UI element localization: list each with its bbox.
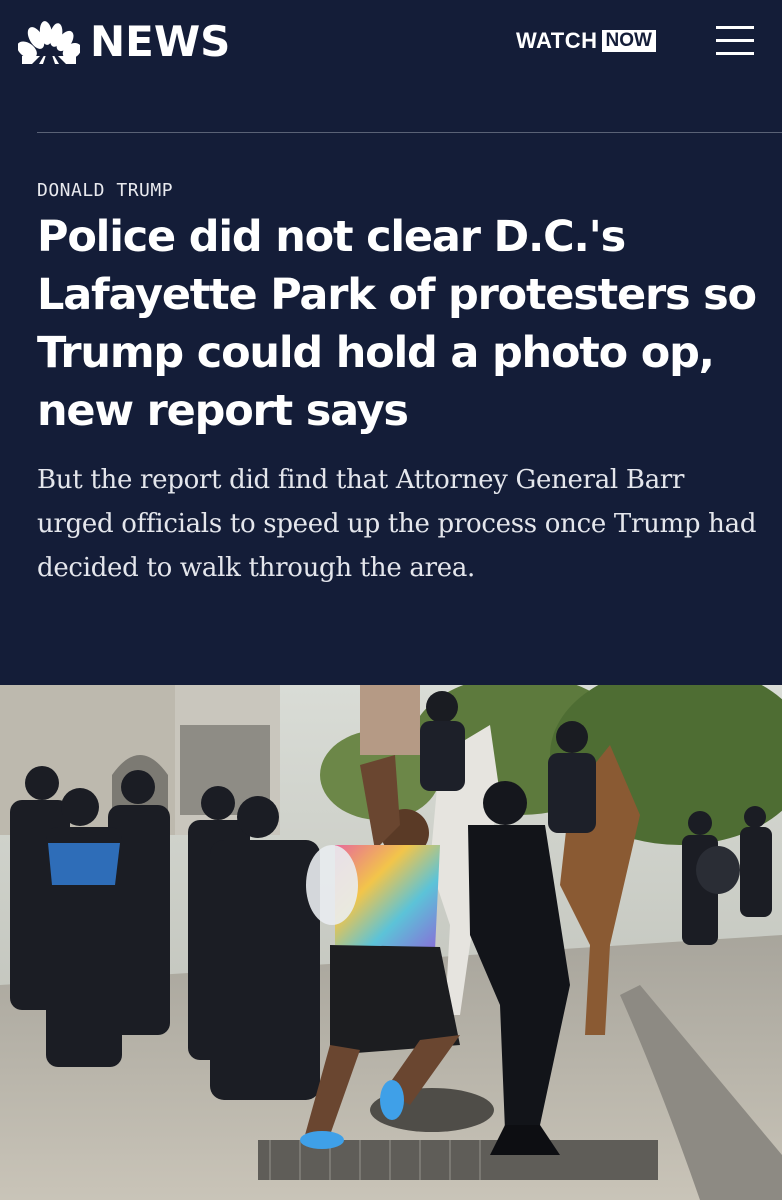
category-link[interactable]: DONALD TRUMP [37,180,173,201]
nbc-news-logo[interactable]: NEWS [18,18,230,66]
header-divider [37,132,782,133]
article-dek: But the report did find that Attorney Ge… [37,465,757,583]
lead-photo-image [0,685,782,1200]
page: NEWS WATCH NOW DONALD TRUMP Police did n… [0,0,782,1200]
watch-label: WATCH [516,28,598,53]
peacock-icon [18,21,80,64]
article-header: NEWS WATCH NOW DONALD TRUMP Police did n… [0,0,782,685]
hamburger-menu-icon[interactable] [716,24,754,58]
top-nav: NEWS WATCH NOW [0,0,782,132]
watch-now-link[interactable]: WATCH NOW [516,28,656,54]
now-badge: NOW [601,30,656,52]
headline: Police did not clear D.C.'s Lafayette Pa… [37,212,757,436]
logo-wordmark: NEWS [90,17,231,66]
lead-photo [0,685,782,1200]
